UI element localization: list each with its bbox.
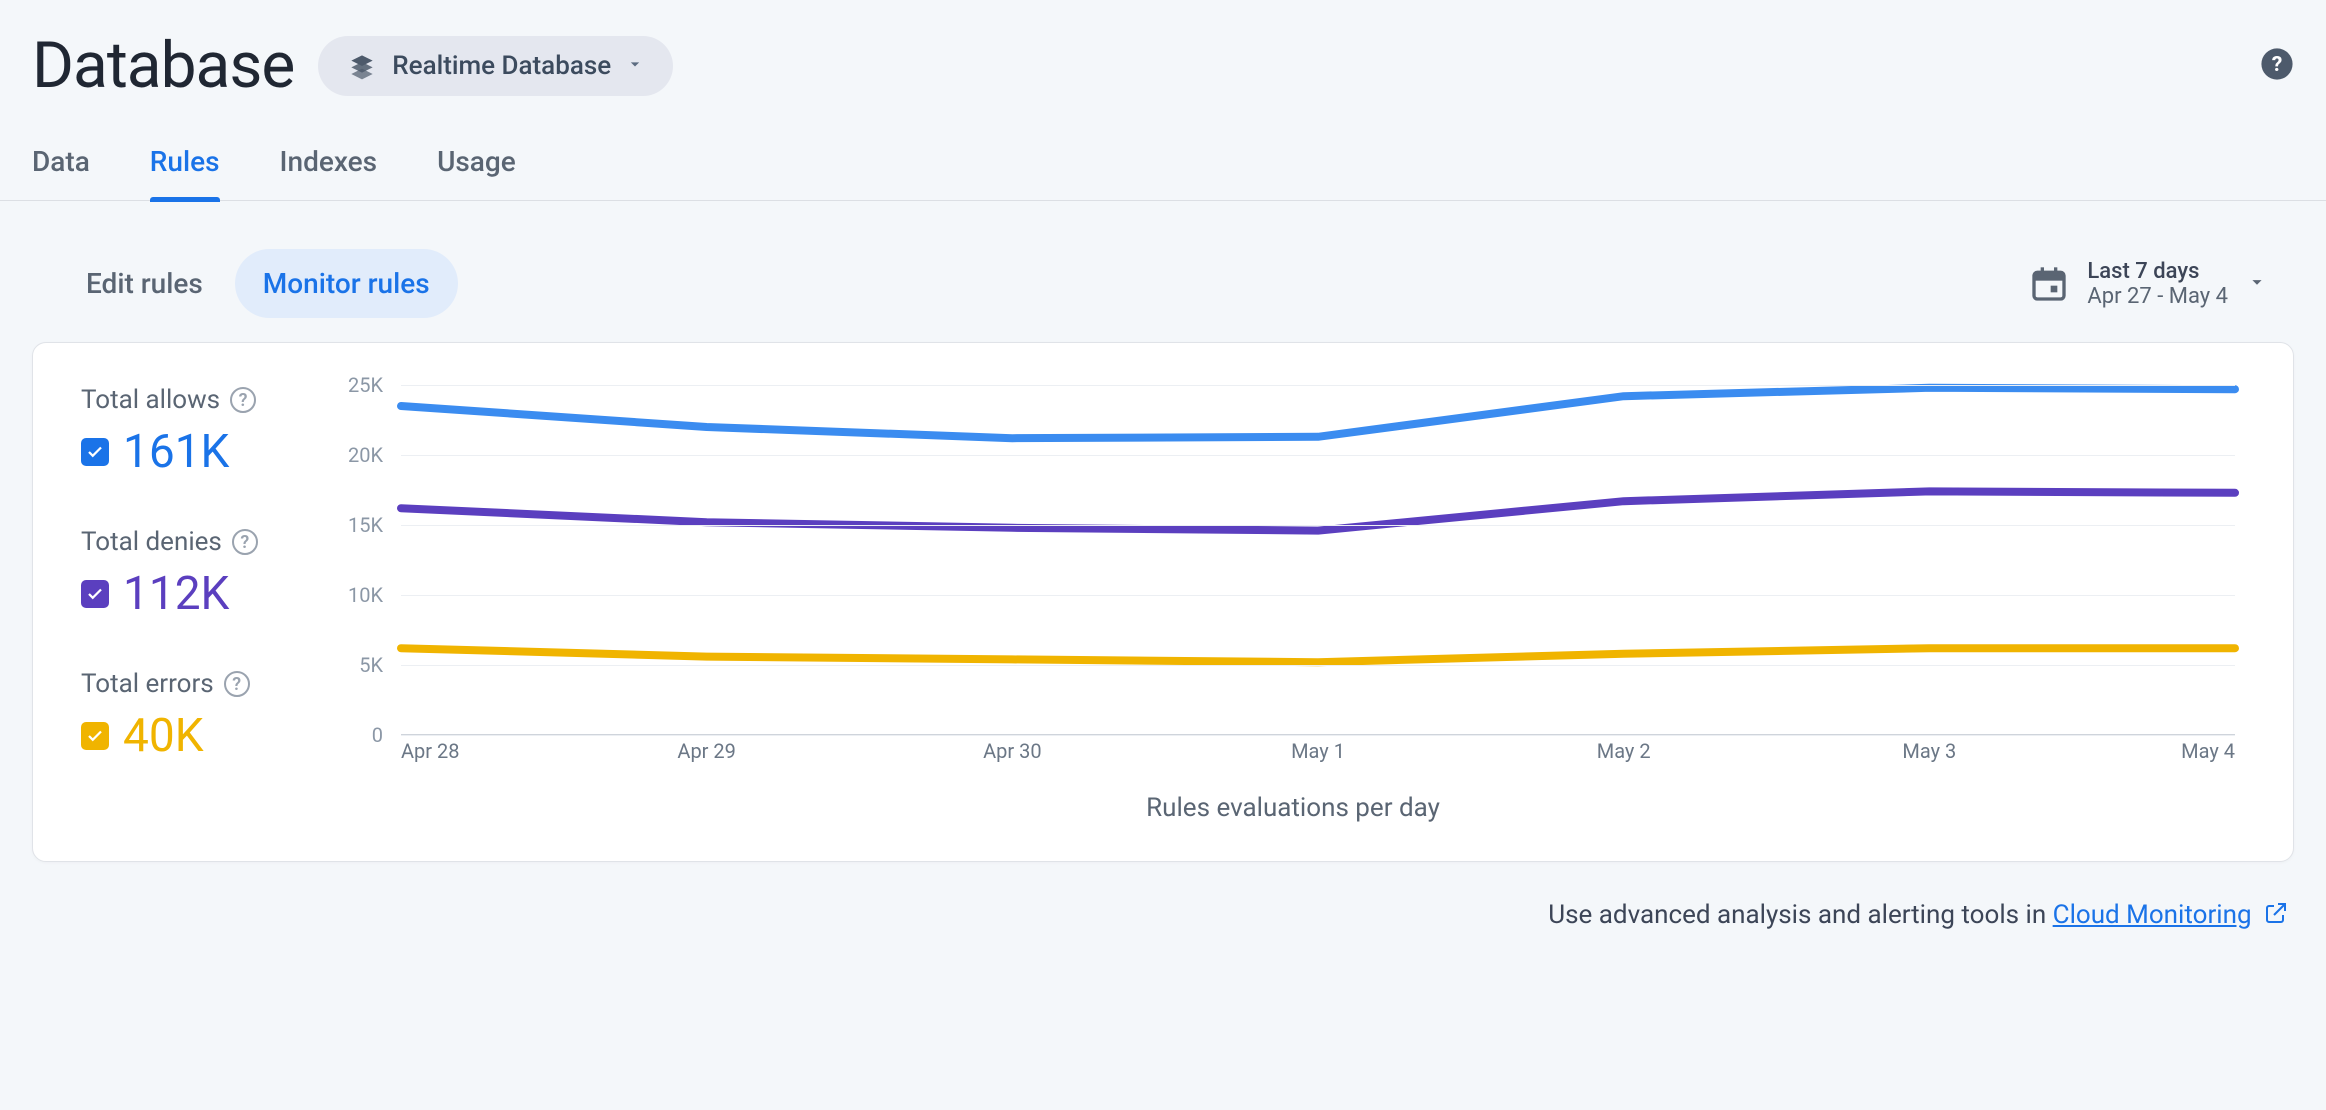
chart-title: Rules evaluations per day — [341, 793, 2245, 823]
monitor-card: Total allows ? 161K Total denies ? 112K — [32, 342, 2294, 862]
legend-denies-label: Total denies — [81, 527, 222, 557]
x-tick-label: May 2 — [1597, 739, 1651, 763]
help-icon[interactable]: ? — [2260, 47, 2294, 85]
chevron-down-icon — [2246, 271, 2268, 297]
page-title: Database — [32, 28, 294, 103]
tab-rules[interactable]: Rules — [150, 145, 220, 200]
x-tick-label: Apr 29 — [677, 739, 736, 763]
date-range-selector[interactable]: Last 7 days Apr 27 - May 4 — [2029, 259, 2268, 309]
external-link-icon — [2264, 901, 2288, 932]
chart-area: 05K10K15K20K25K Apr 28Apr 29Apr 30May 1M… — [341, 385, 2245, 765]
date-range-text: Last 7 days Apr 27 - May 4 — [2087, 259, 2228, 309]
legend-errors-label: Total errors — [81, 669, 214, 699]
chevron-down-icon — [625, 54, 645, 78]
legend-denies-value: 112K — [123, 567, 229, 621]
chart-column: 05K10K15K20K25K Apr 28Apr 29Apr 30May 1M… — [341, 385, 2245, 823]
subtab-edit-rules[interactable]: Edit rules — [58, 249, 231, 318]
footer-text: Use advanced analysis and alerting tools… — [1548, 900, 2052, 930]
help-icon[interactable]: ? — [224, 671, 250, 697]
legend-allows-value: 161K — [123, 425, 229, 479]
footer: Use advanced analysis and alerting tools… — [0, 862, 2326, 932]
legend-column: Total allows ? 161K Total denies ? 112K — [81, 385, 301, 823]
database-selector[interactable]: Realtime Database — [318, 36, 673, 96]
cloud-monitoring-link[interactable]: Cloud Monitoring — [2053, 900, 2252, 930]
tab-usage[interactable]: Usage — [437, 145, 516, 200]
main-tabs: Data Rules Indexes Usage — [0, 115, 2326, 201]
legend-allows-label: Total allows — [81, 385, 220, 415]
y-tick-label: 10K — [348, 583, 383, 607]
x-tick-label: May 4 — [2181, 739, 2235, 763]
y-tick-label: 25K — [348, 373, 383, 397]
chart-plot — [401, 385, 2235, 735]
legend-denies: Total denies ? 112K — [81, 527, 301, 621]
legend-errors-value: 40K — [123, 709, 204, 763]
date-range-value: Apr 27 - May 4 — [2087, 284, 2228, 309]
date-range-label: Last 7 days — [2087, 259, 2228, 284]
help-icon[interactable]: ? — [232, 529, 258, 555]
y-tick-label: 15K — [348, 513, 383, 537]
legend-denies-checkbox[interactable] — [81, 580, 109, 608]
calendar-icon — [2029, 264, 2069, 304]
chart-series-errors — [401, 648, 2235, 662]
database-selector-label: Realtime Database — [392, 51, 611, 81]
tab-indexes[interactable]: Indexes — [280, 145, 378, 200]
x-tick-label: May 3 — [1902, 739, 1956, 763]
legend-allows-checkbox[interactable] — [81, 438, 109, 466]
x-axis-line — [401, 734, 2235, 735]
svg-text:?: ? — [2272, 52, 2283, 77]
chart-series-allows — [401, 388, 2235, 438]
legend-errors: Total errors ? 40K — [81, 669, 301, 763]
y-tick-label: 0 — [372, 723, 383, 747]
x-axis-ticks: Apr 28 Apr 29 Apr 30 May 1 May 2 May 3 May 4 — [401, 739, 2235, 765]
tab-data[interactable]: Data — [32, 145, 90, 200]
y-tick-label: 5K — [359, 653, 383, 677]
rules-subheader: Edit rules Monitor rules Last 7 days Apr… — [0, 201, 2326, 342]
help-icon[interactable]: ? — [230, 387, 256, 413]
line-chart-svg — [401, 385, 2235, 735]
x-tick-label: Apr 28 — [401, 739, 460, 763]
rules-subtabs: Edit rules Monitor rules — [58, 249, 458, 318]
realtime-db-icon — [346, 50, 378, 82]
page-header: Database Realtime Database ? — [0, 0, 2326, 115]
legend-errors-checkbox[interactable] — [81, 722, 109, 750]
subtab-monitor-rules[interactable]: Monitor rules — [235, 249, 458, 318]
y-axis-ticks: 05K10K15K20K25K — [341, 385, 391, 735]
x-tick-label: May 1 — [1291, 739, 1345, 763]
x-tick-label: Apr 30 — [983, 739, 1042, 763]
y-tick-label: 20K — [348, 443, 383, 467]
legend-allows: Total allows ? 161K — [81, 385, 301, 479]
